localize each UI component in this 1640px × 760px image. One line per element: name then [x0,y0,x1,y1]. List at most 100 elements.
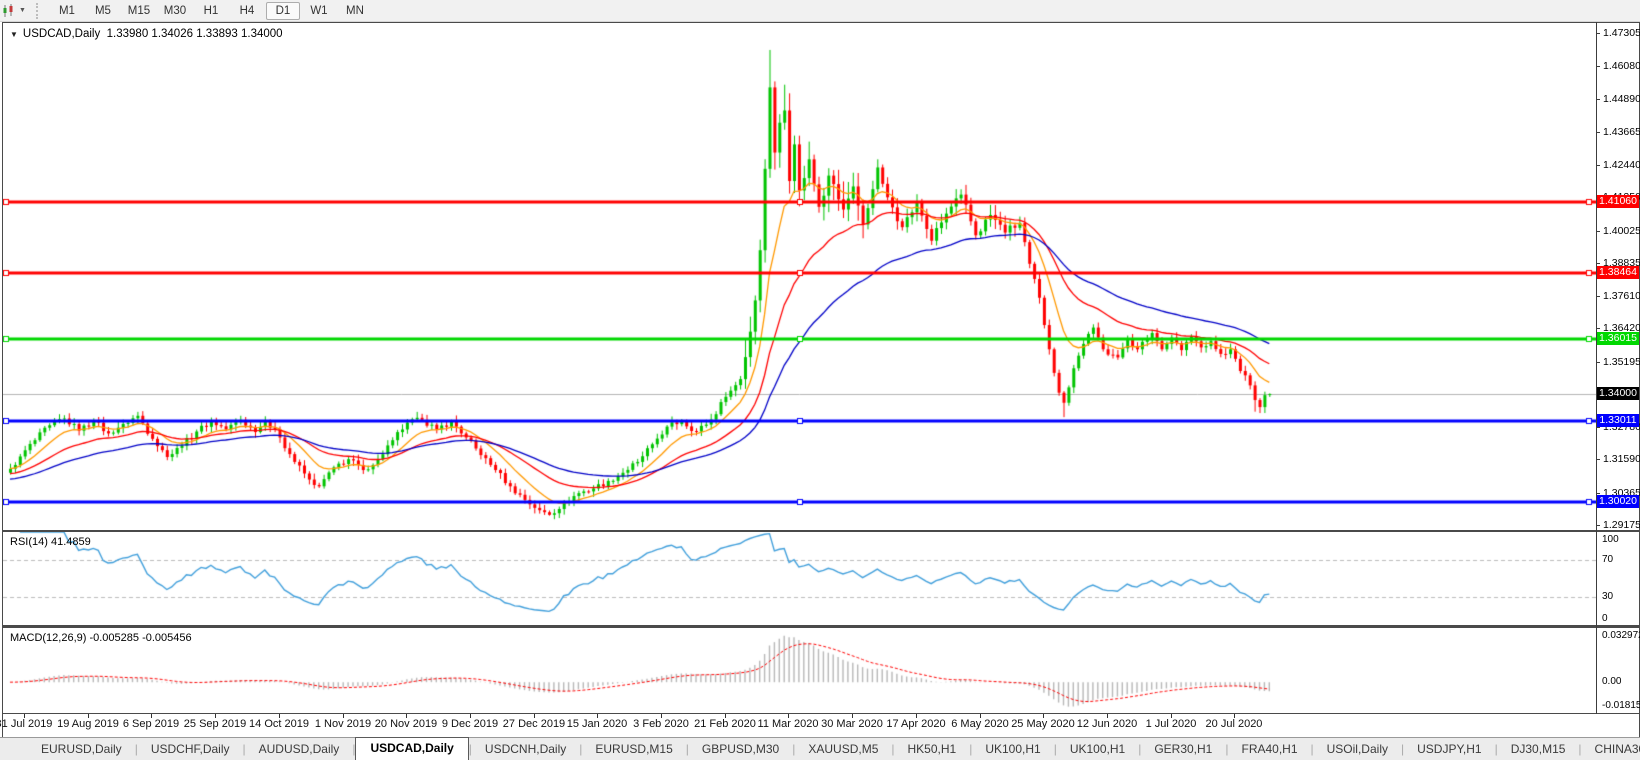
price-axis-tick: 1.47305 [1603,27,1640,39]
time-axis-label: 1 Nov 2019 [314,718,372,730]
timeframe-button-w1[interactable]: W1 [302,2,336,20]
price-axis-tick-mark [1596,132,1600,133]
timeframe-button-m15[interactable]: M15 [122,2,156,20]
chart-symbol-period: USDCAD,Daily [22,28,101,40]
macd-tick-label: -0.018154 [1602,700,1640,711]
mt4-terminal: ▼ M1 M5 M15 M30 H1 H4 D1 W1 MN ▼ USDCAD,Daily 1.3… [0,0,1640,760]
ohlc-close: 1.34000 [240,28,283,40]
chart-tab-audusd-daily[interactable]: AUDUSD,Daily [246,739,353,760]
rsi-level-label: 30 [1602,591,1614,602]
chart-title: ▼ USDCAD,Daily 1.33980 1.34026 1.33893 1.… [10,28,283,40]
price-axis-tick-mark [1596,525,1600,526]
time-axis-label: 20 Nov 2019 [374,718,438,730]
main-price-chart[interactable] [3,23,1596,530]
chart-tab-eurusd-m15[interactable]: EURUSD,M15 [582,739,685,760]
chart-tab-usdjpy-h1[interactable]: USDJPY,H1 [1404,739,1494,760]
price-line-label: 1.34000 [1597,387,1639,400]
timeframe-button-m30[interactable]: M30 [158,2,192,20]
time-axis-label: 21 Feb 2020 [694,718,756,730]
timeframe-button-h4[interactable]: H4 [230,2,264,20]
timeframe-button-d1[interactable]: D1 [265,1,300,20]
chart-tab-xauusd-m5[interactable]: XAUUSD,M5 [795,739,891,760]
chart-tab-uk100-h1[interactable]: UK100,H1 [972,739,1053,760]
price-line-label: 1.38464 [1597,266,1639,279]
chart-tab-usdchf-daily[interactable]: USDCHF,Daily [138,739,243,760]
time-axis-label: 12 Jun 2020 [1076,718,1138,730]
time-axis-label: 17 Apr 2020 [886,718,946,730]
chart-tab-fra40-h1[interactable]: FRA40,H1 [1228,739,1310,760]
chart-tab-usdcad-daily[interactable]: USDCAD,Daily [355,737,469,760]
price-axis-tick-mark [1596,328,1600,329]
time-axis-label: 30 Mar 2020 [821,718,883,730]
time-axis-label: 25 Sep 2019 [183,718,247,730]
price-axis-tick: 1.44890 [1603,93,1640,105]
price-axis-tick-mark [1596,493,1600,494]
time-axis-label: 31 Jul 2019 [0,718,53,730]
macd-tick-label: 0.032972 [1602,630,1640,641]
time-axis-label: 3 Feb 2020 [633,718,689,730]
macd-tick-label: 0.00 [1602,676,1622,687]
price-axis-line [1596,22,1597,714]
time-axis-label: 19 Aug 2019 [57,718,119,730]
chart-tab-ger30-h1[interactable]: GER30,H1 [1141,739,1225,760]
rsi-level-label: 100 [1602,534,1619,545]
price-axis-tick: 1.31590 [1603,453,1640,465]
price-axis-tick: 1.35195 [1603,356,1640,368]
rsi-level-label: 0 [1602,613,1608,624]
chart-tab-uk100-h1[interactable]: UK100,H1 [1057,739,1138,760]
chart-tool-dropdown-icon[interactable]: ▼ [19,7,26,14]
time-axis-label: 6 May 2020 [951,718,1009,730]
price-axis-tick-mark [1596,263,1600,264]
ohlc-open: 1.33980 [106,28,149,40]
price-line-label: 1.30020 [1597,495,1639,508]
timeframe-button-m5[interactable]: M5 [86,2,120,20]
price-axis-tick-mark [1596,362,1600,363]
rsi-panel-chart[interactable] [3,532,1596,625]
chart-tab-china300-h4[interactable]: CHINA300,H4 [1582,739,1640,760]
price-axis-tick: 1.46080 [1603,60,1640,72]
time-axis-label: 9 Dec 2019 [441,718,499,730]
chart-tab-bar: EURUSD,Daily | USDCHF,Daily | AUDUSD,Daily | U… [0,737,1640,760]
price-axis-tick-mark [1596,231,1600,232]
price-axis-tick: 1.43665 [1603,126,1640,138]
timeframe-buttons: M1 M5 M15 M30 H1 H4 D1 W1 MN [49,1,373,20]
time-axis-label: 15 Jan 2020 [566,718,628,730]
price-axis-tick: 1.40025 [1603,225,1640,237]
price-axis-tick-mark [1596,33,1600,34]
chart-tab-hk50-h1[interactable]: HK50,H1 [895,739,970,760]
price-axis-tick-mark [1596,427,1600,428]
price-axis-tick: 1.37610 [1603,290,1640,302]
time-axis-label: 1 Jul 2020 [1145,718,1197,730]
chart-tab-usoil-daily[interactable]: USOil,Daily [1314,739,1401,760]
time-axis-label: 20 Jul 2020 [1205,718,1263,730]
price-axis-tick-mark [1596,66,1600,67]
time-axis-label: 27 Dec 2019 [502,718,566,730]
chart-tab-usdcnh-daily[interactable]: USDCNH,Daily [472,739,579,760]
price-line-label: 1.41060 [1597,195,1639,208]
chart-tab-eurusd-daily[interactable]: EURUSD,Daily [28,739,135,760]
macd-panel-chart[interactable] [3,628,1596,713]
chart-collapse-icon[interactable]: ▼ [10,30,18,39]
price-axis-tick-mark [1596,99,1600,100]
time-axis-label: 6 Sep 2019 [122,718,180,730]
timeframe-button-mn[interactable]: MN [338,2,372,20]
candlestick-chart-icon[interactable] [2,3,18,18]
timeframe-toolbar: ▼ M1 M5 M15 M30 H1 H4 D1 W1 MN [0,0,1640,22]
time-axis-label: 11 Mar 2020 [757,718,819,730]
price-line-label: 1.33011 [1597,414,1639,427]
price-axis-tick-mark [1596,296,1600,297]
price-axis-tick: 1.42440 [1603,159,1640,171]
timeframe-button-h1[interactable]: H1 [194,2,228,20]
time-axis-label: 14 Oct 2019 [249,718,309,730]
chart-tab-gbpusd-m30[interactable]: GBPUSD,M30 [689,739,792,760]
rsi-level-label: 70 [1602,554,1614,565]
time-axis-border [2,713,1639,714]
toolbar-grip[interactable] [35,2,43,19]
chart-tabs: EURUSD,Daily | USDCHF,Daily | AUDUSD,Daily | U… [28,737,1640,760]
price-axis-tick: 1.29175 [1603,519,1640,531]
timeframe-button-m1[interactable]: M1 [50,2,84,20]
ohlc-high: 1.34026 [151,28,193,40]
rsi-label: RSI(14) 41.4859 [10,536,91,548]
chart-tab-dj30-m15[interactable]: DJ30,M15 [1498,739,1579,760]
time-axis-label: 25 May 2020 [1011,718,1075,730]
